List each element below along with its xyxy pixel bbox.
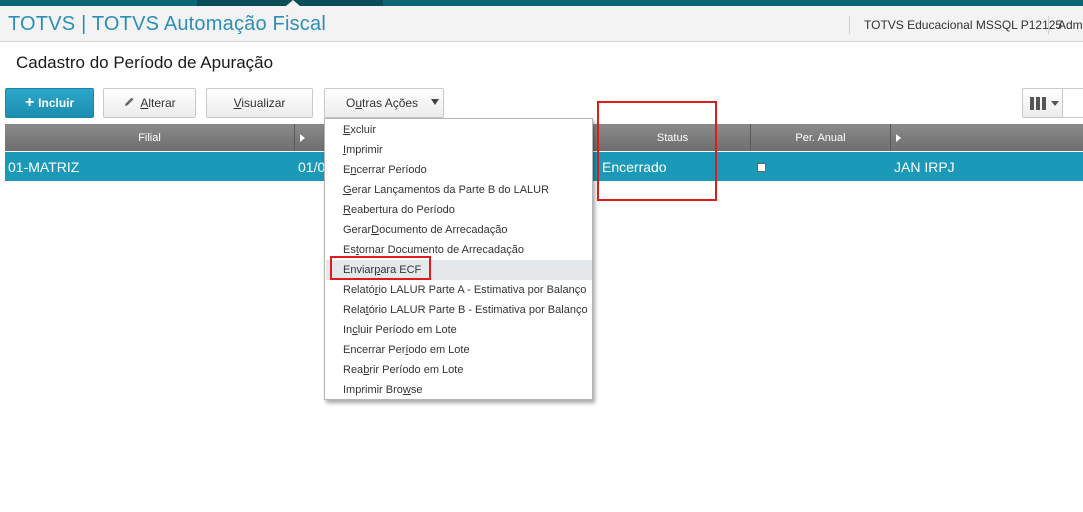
outras-acoes-button[interactable]: Outras Ações <box>324 88 444 118</box>
environment-label: TOTVS Educacional MSSQL P12125 <box>864 18 1063 32</box>
highlight-status-box <box>597 101 717 201</box>
columns-config-button[interactable] <box>1022 88 1063 118</box>
chevron-down-icon <box>431 99 439 105</box>
incluir-button[interactable]: + Incluir <box>5 88 94 118</box>
cell-imposto: JAN IRPJ <box>894 158 955 175</box>
menu-item-reabertura[interactable]: Reabertura do Período <box>326 200 592 220</box>
column-header-per-anual[interactable]: Per. Anual <box>751 124 891 151</box>
page-title: Cadastro do Período de Apuração <box>16 53 274 72</box>
title-separator <box>1048 16 1049 34</box>
menu-item-imprimir[interactable]: Imprimir <box>326 140 592 160</box>
menu-item-relatorio-parte-b[interactable]: Rela t ório LALUR Parte B - Estimativa por… <box>326 300 592 320</box>
per-anual-checkbox[interactable] <box>757 163 766 172</box>
visualizar-button[interactable]: Visualizar <box>206 88 313 118</box>
plus-icon: + <box>24 94 35 111</box>
expand-arrow-icon[interactable] <box>300 134 305 142</box>
menu-item-relatorio-parte-a[interactable]: Relató r io LALUR Parte A - Estimativa por… <box>326 280 592 300</box>
pencil-icon <box>123 96 135 111</box>
visualizar-label: Visualizar <box>233 96 286 110</box>
alterar-button[interactable]: Alterar <box>103 88 196 118</box>
search-input[interactable] <box>1063 88 1083 118</box>
column-header-filial[interactable]: Filial <box>5 124 295 151</box>
cell-filial: 01-MATRIZ <box>8 158 80 175</box>
menu-item-gerar-lancamentos[interactable]: Gerar Lançamentos da Parte B do LALUR <box>326 180 592 200</box>
incluir-label: Incluir <box>38 96 75 110</box>
menu-item-gerar-documento[interactable]: Gerar Documento de Arrecadação <box>326 220 592 240</box>
app-title: TOTVS | TOTVS Automação Fiscal <box>8 13 326 35</box>
alterar-label: Alterar <box>140 96 176 110</box>
menu-item-reabrir-lote[interactable]: Rea b rir Período em Lote <box>326 360 592 380</box>
expand-arrow-icon[interactable] <box>896 134 901 142</box>
cell-date: 01/0 <box>298 158 326 175</box>
menu-item-imprimir-browse[interactable]: Imprimir Bro w se <box>326 380 592 400</box>
menu-item-encerrar-lote[interactable]: Encerrar Per í odo em Lote <box>326 340 592 360</box>
chevron-down-icon <box>1051 101 1059 106</box>
menu-item-encerrar-periodo[interactable]: En cerrar Período <box>326 160 592 180</box>
outras-acoes-label: Outras Ações <box>346 96 419 110</box>
columns-icon <box>1030 97 1046 110</box>
title-bar: TOTVS | TOTVS Automação Fiscal TOTVS Edu… <box>0 6 1083 42</box>
menu-item-excluir[interactable]: Excluir <box>326 120 592 140</box>
highlight-enviar-ecf-box <box>330 256 431 280</box>
user-label[interactable]: Admi <box>1058 18 1083 32</box>
menu-item-incluir-lote[interactable]: In c luir Período em Lote <box>326 320 592 340</box>
title-separator <box>849 16 850 34</box>
